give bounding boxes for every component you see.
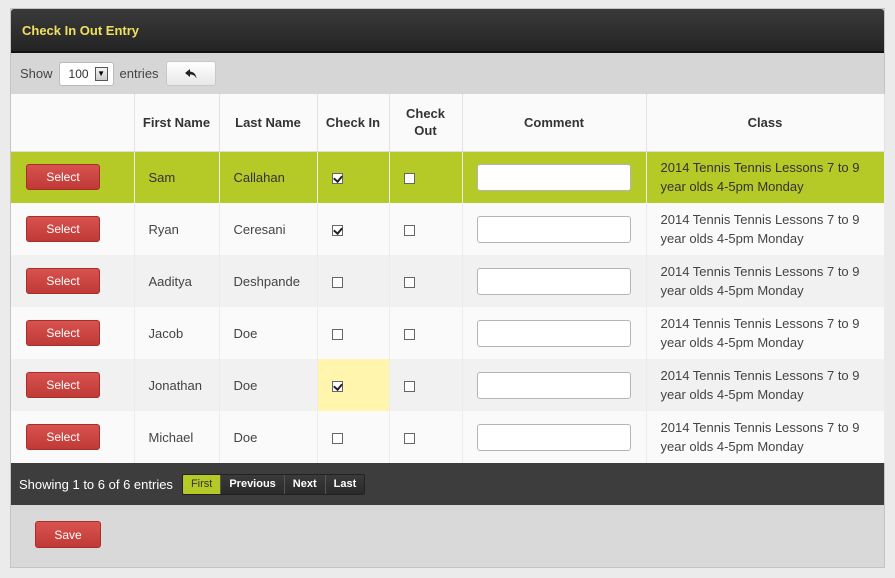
- check-out-checkbox[interactable]: [403, 380, 415, 392]
- select-button[interactable]: Select: [26, 164, 100, 191]
- first-name-cell: Ryan: [134, 203, 220, 255]
- column-header-comment[interactable]: Comment: [462, 94, 647, 152]
- comment-input[interactable]: [476, 267, 631, 295]
- check-out-checkbox[interactable]: [403, 224, 415, 236]
- check-in-checkbox[interactable]: [331, 328, 343, 340]
- select-button[interactable]: Select: [26, 372, 100, 398]
- table-row[interactable]: Select Jonathan Doe 2014 Tennis Tennis L…: [11, 359, 885, 411]
- check-out-cell: [389, 307, 463, 359]
- check-out-checkbox[interactable]: [403, 432, 415, 444]
- first-name-cell: Aaditya: [134, 255, 220, 307]
- comment-input[interactable]: [476, 319, 631, 347]
- last-name-cell: Deshpande: [219, 255, 318, 307]
- check-in-cell: [317, 151, 390, 203]
- check-in-checkbox[interactable]: [331, 172, 343, 184]
- table-row[interactable]: Select Michael Doe 2014 Tennis Tennis Le…: [11, 411, 885, 463]
- class-cell: 2014 Tennis Tennis Lessons 7 to 9 year o…: [646, 203, 885, 255]
- check-out-cell: [389, 411, 463, 463]
- comment-cell: [462, 359, 647, 411]
- table-footer: Showing 1 to 6 of 6 entries First Previo…: [11, 463, 884, 505]
- comment-cell: [462, 203, 647, 255]
- check-in-table: First Name Last Name Check In Check Out …: [11, 94, 885, 463]
- pager-previous-button[interactable]: Previous: [221, 474, 285, 494]
- first-name-cell: Sam: [134, 151, 220, 203]
- save-button[interactable]: Save: [35, 521, 101, 548]
- column-header-class[interactable]: Class: [646, 94, 885, 152]
- column-header-last-name[interactable]: Last Name: [219, 94, 318, 152]
- check-out-cell: [389, 151, 463, 203]
- first-name-cell: Jacob: [134, 307, 220, 359]
- comment-input[interactable]: [476, 423, 631, 451]
- panel-header: Check In Out Entry: [11, 9, 884, 53]
- table-row[interactable]: Select Sam Callahan 2014 Tennis Tennis L…: [11, 151, 885, 203]
- check-in-out-panel: Check In Out Entry Show 100 ▼ entries Fi…: [10, 8, 885, 568]
- show-label: Show: [20, 66, 53, 81]
- check-out-checkbox[interactable]: [403, 328, 415, 340]
- check-in-cell: [317, 255, 390, 307]
- comment-cell: [462, 307, 647, 359]
- entries-label: entries: [119, 66, 159, 81]
- pager-last-button[interactable]: Last: [325, 474, 365, 494]
- check-in-checkbox[interactable]: [331, 276, 343, 288]
- table-row[interactable]: Select Aaditya Deshpande 2014 Tennis Ten…: [11, 255, 885, 307]
- table-row[interactable]: Select Jacob Doe 2014 Tennis Tennis Less…: [11, 307, 885, 359]
- pager-first-button[interactable]: First: [182, 474, 222, 494]
- check-in-cell: [317, 411, 390, 463]
- pager-next-button[interactable]: Next: [284, 474, 326, 494]
- check-out-checkbox[interactable]: [403, 276, 415, 288]
- check-in-checkbox[interactable]: [331, 380, 343, 392]
- check-in-cell: [317, 203, 390, 255]
- check-in-cell: [317, 307, 390, 359]
- comment-input[interactable]: [476, 163, 631, 191]
- comment-cell: [462, 151, 647, 203]
- check-in-checkbox[interactable]: [331, 432, 343, 444]
- select-button[interactable]: Select: [26, 424, 100, 450]
- class-cell: 2014 Tennis Tennis Lessons 7 to 9 year o…: [646, 255, 885, 307]
- table-toolbar: Show 100 ▼ entries: [11, 53, 884, 94]
- comment-cell: [462, 411, 647, 463]
- check-in-cell: [317, 359, 390, 411]
- first-name-cell: Jonathan: [134, 359, 220, 411]
- last-name-cell: Ceresani: [219, 203, 318, 255]
- comment-input[interactable]: [476, 215, 631, 243]
- select-button[interactable]: Select: [26, 320, 100, 346]
- chevron-down-icon[interactable]: ▼: [94, 66, 108, 81]
- back-button[interactable]: [165, 61, 216, 86]
- check-out-cell: [389, 255, 463, 307]
- undo-arrow-icon: [184, 66, 197, 82]
- last-name-cell: Doe: [219, 411, 318, 463]
- table-row[interactable]: Select Ryan Ceresani 2014 Tennis Tennis …: [11, 203, 885, 255]
- select-button[interactable]: Select: [26, 268, 100, 294]
- check-out-cell: [389, 203, 463, 255]
- form-actions: Save: [11, 505, 884, 564]
- check-out-checkbox[interactable]: [403, 172, 415, 184]
- class-cell: 2014 Tennis Tennis Lessons 7 to 9 year o…: [646, 307, 885, 359]
- column-header-check-out[interactable]: Check Out: [389, 94, 463, 152]
- last-name-cell: Callahan: [219, 151, 318, 203]
- class-cell: 2014 Tennis Tennis Lessons 7 to 9 year o…: [646, 151, 885, 203]
- comment-input[interactable]: [476, 371, 631, 399]
- column-header-first-name[interactable]: First Name: [134, 94, 220, 152]
- panel-title: Check In Out Entry: [22, 22, 140, 38]
- pagination: First Previous Next Last: [181, 473, 366, 495]
- entries-per-page-select[interactable]: 100 ▼: [58, 61, 114, 86]
- select-button[interactable]: Select: [26, 216, 100, 242]
- last-name-cell: Doe: [219, 359, 318, 411]
- table-header-row: First Name Last Name Check In Check Out …: [11, 94, 885, 152]
- class-cell: 2014 Tennis Tennis Lessons 7 to 9 year o…: [646, 411, 885, 463]
- entries-info: Showing 1 to 6 of 6 entries: [19, 476, 173, 492]
- column-header-select: [11, 94, 135, 152]
- last-name-cell: Doe: [219, 307, 318, 359]
- check-out-cell: [389, 359, 463, 411]
- first-name-cell: Michael: [134, 411, 220, 463]
- comment-cell: [462, 255, 647, 307]
- class-cell: 2014 Tennis Tennis Lessons 7 to 9 year o…: [646, 359, 885, 411]
- check-in-checkbox[interactable]: [331, 224, 343, 236]
- column-header-check-in[interactable]: Check In: [317, 94, 390, 152]
- entries-per-page-value: 100: [68, 66, 89, 81]
